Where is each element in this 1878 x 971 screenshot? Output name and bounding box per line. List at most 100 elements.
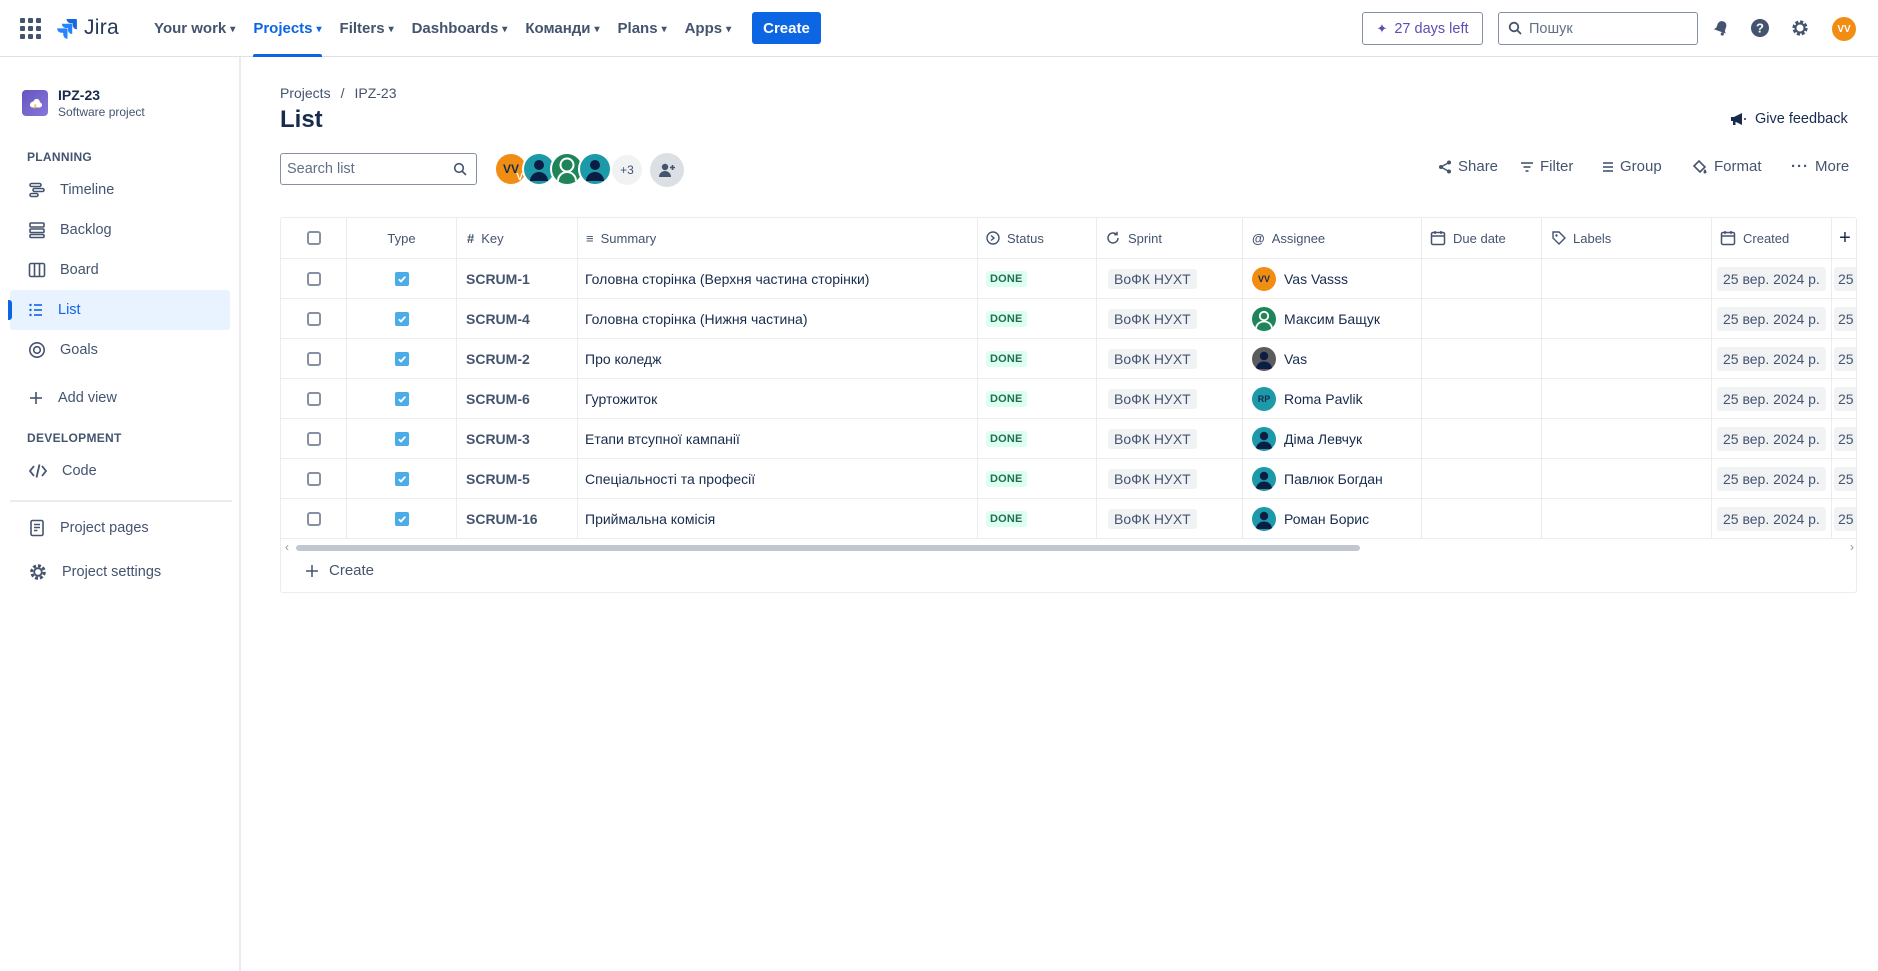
table-row[interactable]: SCRUM-5 Спеціальності та професії DONE В… (281, 459, 1856, 499)
issue-summary[interactable]: Головна сторінка (Верхня частина сторінк… (578, 259, 978, 298)
sidebar-item-board[interactable]: Board (10, 250, 230, 290)
share-button[interactable]: Share (1438, 158, 1498, 175)
issue-summary[interactable]: Спеціальності та професії (578, 459, 978, 498)
create-issue-button[interactable]: Create (305, 562, 374, 579)
column-header-status[interactable]: Status (978, 218, 1097, 258)
status-cell[interactable]: DONE (978, 259, 1097, 298)
assignee-cell[interactable]: Максим Бащук (1243, 299, 1422, 338)
issue-summary[interactable]: Гуртожиток (578, 379, 978, 418)
nav-dashboards[interactable]: Dashboards ▾ (403, 0, 517, 57)
assignee-cell[interactable]: Vas (1243, 339, 1422, 378)
due-date-cell[interactable] (1422, 379, 1542, 418)
help-icon[interactable]: ? (1749, 17, 1771, 39)
add-people-button[interactable] (650, 153, 684, 187)
issue-key[interactable]: SCRUM-2 (457, 339, 578, 378)
status-cell[interactable]: DONE (978, 339, 1097, 378)
filter-button[interactable]: Filter (1520, 158, 1573, 175)
sprint-cell[interactable]: ВоФК НУХТ (1097, 459, 1243, 498)
row-checkbox[interactable] (306, 511, 321, 526)
row-checkbox[interactable] (306, 391, 321, 406)
select-all-checkbox[interactable] (306, 231, 321, 245)
issue-summary[interactable]: Про коледж (578, 339, 978, 378)
sidebar-item-timeline[interactable]: Timeline (10, 170, 230, 210)
trial-days-button[interactable]: ✦ 27 days left (1362, 12, 1483, 45)
search-list-input[interactable]: Search list (280, 153, 477, 185)
row-checkbox[interactable] (306, 471, 321, 486)
assignee-cell[interactable]: VV Vas Vasss (1243, 259, 1422, 298)
scroll-right-icon[interactable]: › (1850, 540, 1854, 554)
add-column-button[interactable]: + (1832, 218, 1856, 258)
format-button[interactable]: Format (1692, 158, 1762, 175)
status-cell[interactable]: DONE (978, 299, 1097, 338)
breadcrumb-projects[interactable]: Projects (280, 85, 331, 101)
nav-your-work[interactable]: Your work ▾ (145, 0, 244, 57)
due-date-cell[interactable] (1422, 499, 1542, 538)
due-date-cell[interactable] (1422, 299, 1542, 338)
labels-cell[interactable] (1542, 419, 1712, 458)
row-checkbox[interactable] (306, 311, 321, 326)
column-header-due-date[interactable]: Due date (1422, 218, 1542, 258)
due-date-cell[interactable] (1422, 259, 1542, 298)
sidebar-item-code[interactable]: Code (10, 451, 230, 491)
row-checkbox[interactable] (306, 271, 321, 286)
nav-teams[interactable]: Команди ▾ (516, 0, 608, 57)
nav-projects[interactable]: Projects ▾ (244, 0, 330, 57)
more-avatars-button[interactable]: +3 (612, 155, 642, 185)
issue-key[interactable]: SCRUM-6 (457, 379, 578, 418)
due-date-cell[interactable] (1422, 459, 1542, 498)
more-button[interactable]: ··· More (1791, 158, 1849, 175)
project-header[interactable]: IPZ-23 Software project (22, 87, 145, 119)
assignee-cell[interactable]: Павлюк Богдан (1243, 459, 1422, 498)
labels-cell[interactable] (1542, 259, 1712, 298)
column-header-type[interactable]: Type (347, 218, 457, 258)
table-row[interactable]: SCRUM-3 Етапи втсупної кампанії DONE ВоФ… (281, 419, 1856, 459)
table-row[interactable]: SCRUM-2 Про коледж DONE ВоФК НУХТ Vas 25… (281, 339, 1856, 379)
issue-summary[interactable]: Приймальна комісія (578, 499, 978, 538)
user-avatar[interactable]: VV (1832, 17, 1856, 41)
table-row[interactable]: SCRUM-4 Головна сторінка (Нижня частина)… (281, 299, 1856, 339)
sprint-cell[interactable]: ВоФК НУХТ (1097, 299, 1243, 338)
sprint-cell[interactable]: ВоФК НУХТ (1097, 339, 1243, 378)
nav-apps[interactable]: Apps ▾ (676, 0, 741, 57)
column-header-labels[interactable]: Labels (1542, 218, 1712, 258)
sprint-cell[interactable]: ВоФК НУХТ (1097, 419, 1243, 458)
breadcrumb-project[interactable]: IPZ-23 (354, 85, 396, 101)
create-button[interactable]: Create (752, 12, 821, 44)
status-cell[interactable]: DONE (978, 459, 1097, 498)
horizontal-scrollbar[interactable]: ‹ › (281, 538, 1856, 558)
settings-gear-icon[interactable] (1789, 17, 1811, 39)
global-search-input[interactable]: Пошук (1498, 12, 1698, 45)
labels-cell[interactable] (1542, 379, 1712, 418)
notifications-bell-icon[interactable] (1710, 17, 1732, 39)
sidebar-item-list[interactable]: List (8, 290, 230, 330)
labels-cell[interactable] (1542, 499, 1712, 538)
app-switcher-icon[interactable] (18, 16, 42, 40)
nav-plans[interactable]: Plans ▾ (609, 0, 676, 57)
labels-cell[interactable] (1542, 459, 1712, 498)
assignee-cell[interactable]: RP Roma Pavlik (1243, 379, 1422, 418)
sidebar-item-goals[interactable]: Goals (10, 330, 230, 370)
status-cell[interactable]: DONE (978, 419, 1097, 458)
issue-summary[interactable]: Етапи втсупної кампанії (578, 419, 978, 458)
table-row[interactable]: SCRUM-1 Головна сторінка (Верхня частина… (281, 259, 1856, 299)
assignee-cell[interactable]: Діма Левчук (1243, 419, 1422, 458)
nav-filters[interactable]: Filters ▾ (331, 0, 403, 57)
sprint-cell[interactable]: ВоФК НУХТ (1097, 259, 1243, 298)
jira-logo[interactable]: Jira (56, 16, 119, 40)
column-header-sprint[interactable]: Sprint (1097, 218, 1243, 258)
table-row[interactable]: SCRUM-16 Приймальна комісія DONE ВоФК НУ… (281, 499, 1856, 539)
issue-key[interactable]: SCRUM-16 (457, 499, 578, 538)
sidebar-item-backlog[interactable]: Backlog (10, 210, 230, 250)
row-checkbox[interactable] (306, 351, 321, 366)
issue-key[interactable]: SCRUM-5 (457, 459, 578, 498)
sprint-cell[interactable]: ВоФК НУХТ (1097, 379, 1243, 418)
column-header-key[interactable]: # Key (457, 218, 578, 258)
issue-key[interactable]: SCRUM-4 (457, 299, 578, 338)
give-feedback-button[interactable]: Give feedback (1729, 111, 1848, 127)
issue-key[interactable]: SCRUM-3 (457, 419, 578, 458)
issue-key[interactable]: SCRUM-1 (457, 259, 578, 298)
column-header-created[interactable]: Created (1712, 218, 1832, 258)
sprint-cell[interactable]: ВоФК НУХТ (1097, 499, 1243, 538)
sidebar-item-project-settings[interactable]: Project settings (10, 552, 230, 592)
due-date-cell[interactable] (1422, 419, 1542, 458)
